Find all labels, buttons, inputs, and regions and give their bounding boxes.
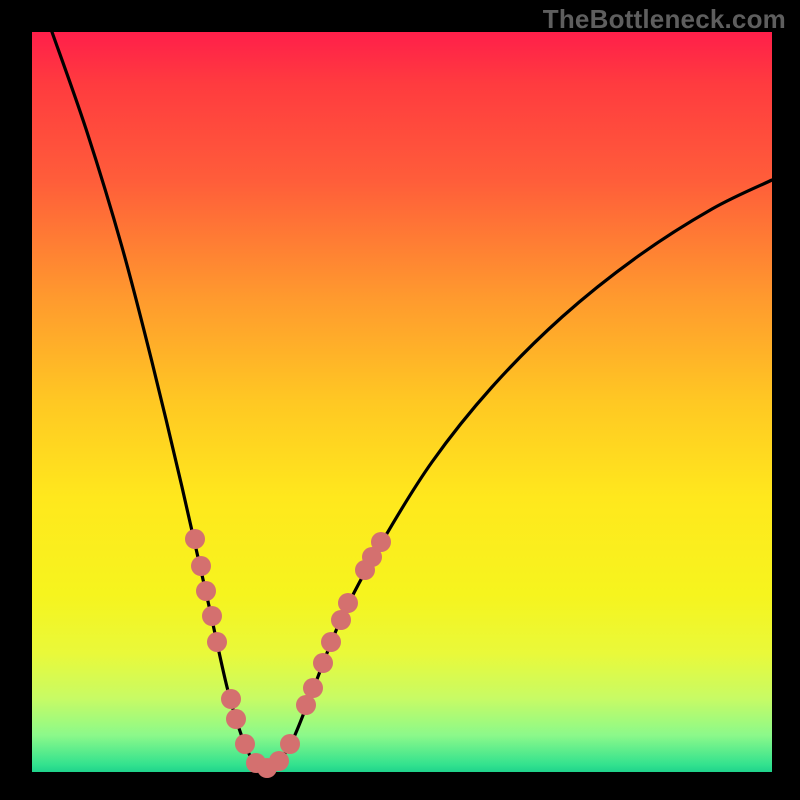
highlight-dot xyxy=(338,593,358,613)
highlight-dot xyxy=(196,581,216,601)
chart-svg xyxy=(32,32,772,772)
chart-frame: TheBottleneck.com xyxy=(0,0,800,800)
highlight-dot xyxy=(371,532,391,552)
highlight-dot xyxy=(269,751,289,771)
highlight-dot xyxy=(303,678,323,698)
watermark-text: TheBottleneck.com xyxy=(543,4,786,35)
highlight-dots-group xyxy=(185,529,391,778)
highlight-dot xyxy=(221,689,241,709)
highlight-dot xyxy=(235,734,255,754)
highlight-dot xyxy=(185,529,205,549)
highlight-dot xyxy=(321,632,341,652)
highlight-dot xyxy=(280,734,300,754)
plot-area xyxy=(32,32,772,772)
highlight-dot xyxy=(313,653,333,673)
highlight-dot xyxy=(191,556,211,576)
highlight-dot xyxy=(226,709,246,729)
bottleneck-curve xyxy=(52,32,772,769)
highlight-dot xyxy=(207,632,227,652)
highlight-dot xyxy=(202,606,222,626)
